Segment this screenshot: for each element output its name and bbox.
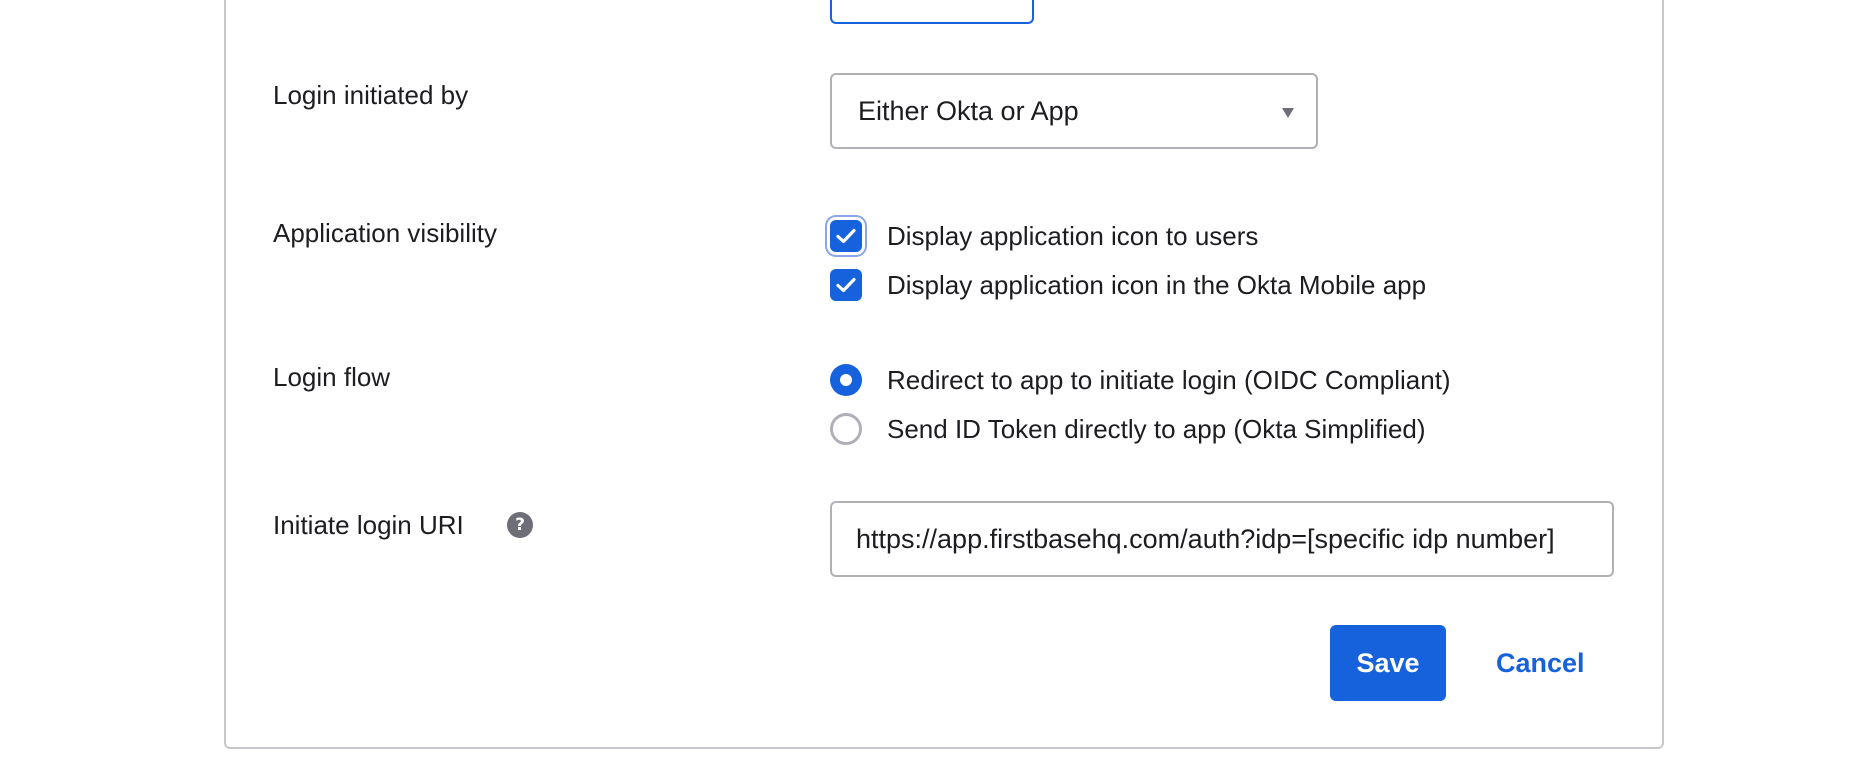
initiate-login-uri-label: Initiate login URI <box>273 510 464 540</box>
login-flow-label: Login flow <box>273 362 391 392</box>
application-visibility-label: Application visibility <box>273 218 497 248</box>
login-flow-option-id-token[interactable]: Send ID Token directly to app (Okta Simp… <box>830 411 1426 447</box>
chevron-down-icon <box>1282 108 1294 118</box>
help-icon[interactable]: ? <box>507 512 533 538</box>
visibility-option-users-label: Display application icon to users <box>887 220 1259 251</box>
checkbox-display-icon-users[interactable] <box>830 220 862 252</box>
radio-dot <box>840 374 852 386</box>
visibility-option-mobile[interactable]: Display application icon in the Okta Mob… <box>830 267 1426 303</box>
radio-redirect-selected[interactable] <box>830 364 862 396</box>
login-flow-option-redirect-label: Redirect to app to initiate login (OIDC … <box>887 364 1451 395</box>
login-initiated-by-select[interactable]: Either Okta or App <box>830 73 1318 149</box>
login-flow-option-id-token-label: Send ID Token directly to app (Okta Simp… <box>887 413 1426 444</box>
checkmark-icon <box>836 277 856 293</box>
checkmark-icon <box>836 228 856 244</box>
login-initiated-by-label: Login initiated by <box>273 80 469 110</box>
visibility-option-users[interactable]: Display application icon to users <box>830 218 1258 254</box>
visibility-option-mobile-label: Display application icon in the Okta Mob… <box>887 269 1427 300</box>
cancel-button[interactable]: Cancel <box>1482 625 1599 701</box>
checkbox-display-icon-mobile[interactable] <box>830 269 862 301</box>
initiate-login-uri-input[interactable] <box>830 501 1614 577</box>
previous-field-input[interactable] <box>830 0 1034 24</box>
login-flow-option-redirect[interactable]: Redirect to app to initiate login (OIDC … <box>830 362 1451 398</box>
save-button[interactable]: Save <box>1330 625 1446 701</box>
radio-id-token[interactable] <box>830 413 862 445</box>
login-initiated-by-value: Either Okta or App <box>858 95 1079 126</box>
